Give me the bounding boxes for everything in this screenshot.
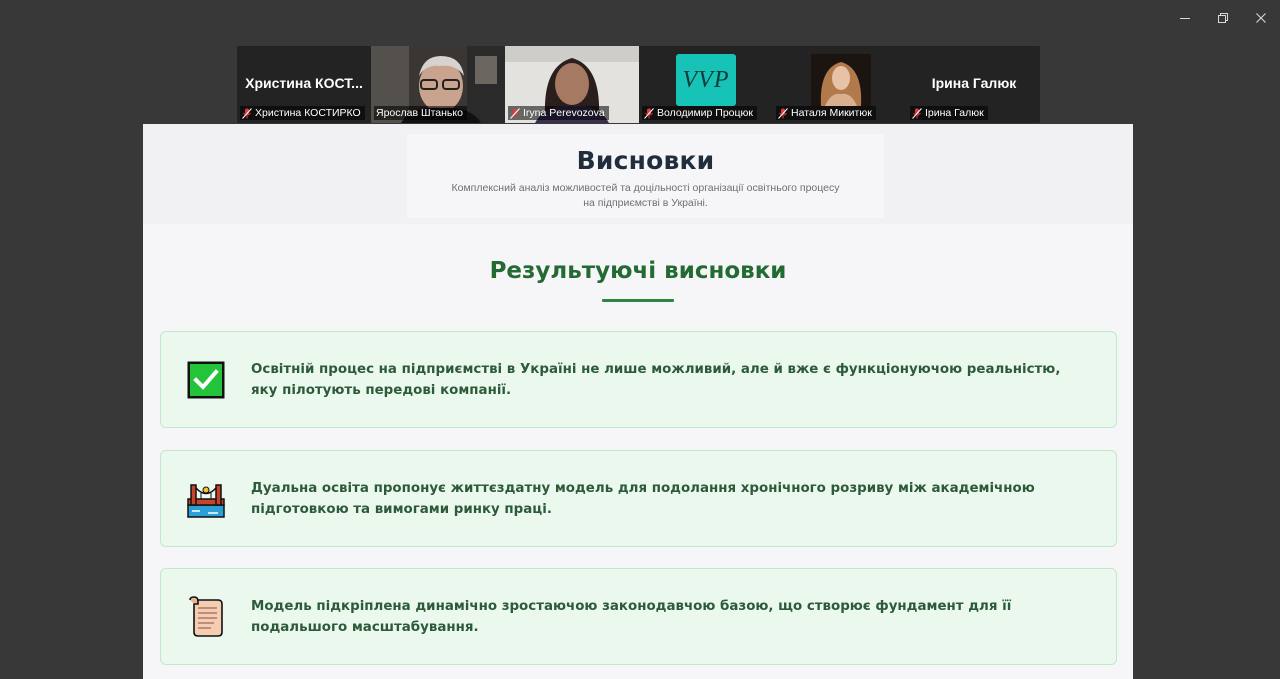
muted-mic-icon — [242, 107, 252, 119]
slide-title-box: Висновки Комплексний аналіз можливостей … — [407, 134, 884, 218]
participant-tile[interactable]: Ірина Галюк Ірина Галюк — [907, 46, 1040, 123]
participant-label: Iryna Perevozova — [508, 106, 609, 120]
participant-logo: VVP — [676, 54, 736, 106]
muted-mic-icon — [912, 107, 922, 119]
participant-tile-active[interactable]: Ярослав Штанько — [371, 46, 505, 123]
conclusion-text: Модель підкріплена динамічно зростаючою … — [251, 598, 1012, 635]
participant-label: Наталя Микитюк — [776, 106, 876, 120]
slide-subtitle-line: Комплексний аналіз можливостей та доціль… — [451, 182, 840, 194]
close-button[interactable] — [1242, 0, 1280, 36]
shared-slide: Висновки Комплексний аналіз можливостей … — [143, 124, 1133, 679]
window-controls — [1166, 0, 1280, 36]
participant-photo — [811, 54, 871, 106]
conclusion-text: Дуальна освіта пропонує життєздатну моде… — [251, 480, 1035, 517]
participant-label-text: Наталя Микитюк — [791, 107, 872, 119]
participant-tile[interactable]: VVP Володимир Процюк — [639, 46, 773, 123]
participant-label-text: Ярослав Штанько — [376, 107, 463, 119]
conclusion-card: Модель підкріплена динамічно зростаючою … — [160, 568, 1117, 665]
participant-label-text: Володимир Процюк — [657, 107, 754, 119]
conclusion-card: Дуальна освіта пропонує життєздатну моде… — [160, 450, 1117, 547]
participant-label-text: Христина КОСТИРКО — [255, 107, 361, 119]
section-underline — [602, 299, 674, 302]
participant-label: Ірина Галюк — [910, 106, 988, 120]
minimize-icon — [1180, 18, 1190, 19]
close-icon — [1256, 13, 1266, 23]
participant-label: Ярослав Штанько — [374, 106, 467, 120]
participant-label: Володимир Процюк — [642, 106, 758, 120]
slide-subtitle: Комплексний аналіз можливостей та доціль… — [407, 181, 884, 211]
participant-label-text: Ірина Галюк — [925, 107, 984, 119]
participant-display-name: Ірина Галюк — [931, 75, 1017, 91]
slide-subtitle-line: на підприємстві в Україні. — [583, 197, 708, 209]
participant-label: Христина КОСТИРКО — [240, 106, 365, 120]
participant-tile[interactable]: Христина КОСТ... Христина КОСТИРКО — [237, 46, 371, 123]
bridge-icon — [185, 478, 227, 520]
minimize-button[interactable] — [1166, 0, 1204, 36]
participant-logo-text: VVP — [682, 66, 730, 93]
muted-mic-icon — [778, 107, 788, 119]
participant-label-text: Iryna Perevozova — [523, 107, 605, 119]
participant-tile[interactable]: Iryna Perevozova — [505, 46, 639, 123]
restore-icon — [1218, 13, 1228, 23]
slide-title: Висновки — [576, 146, 715, 175]
conclusion-card: Освітній процес на підприємстві в Україн… — [160, 331, 1117, 428]
participant-tile[interactable]: Наталя Микитюк — [773, 46, 907, 123]
muted-mic-icon — [644, 107, 654, 119]
muted-mic-icon — [510, 107, 520, 119]
check-mark-icon — [185, 359, 227, 401]
conclusion-text: Освітній процес на підприємстві в Україн… — [251, 361, 1061, 398]
participant-display-name: Христина КОСТ... — [245, 75, 363, 91]
scroll-icon — [185, 595, 227, 638]
participant-strip: Христина КОСТ... Христина КОСТИРКО Яросл… — [237, 46, 1040, 123]
section-title: Результуючі висновки — [489, 258, 787, 284]
restore-button[interactable] — [1204, 0, 1242, 36]
